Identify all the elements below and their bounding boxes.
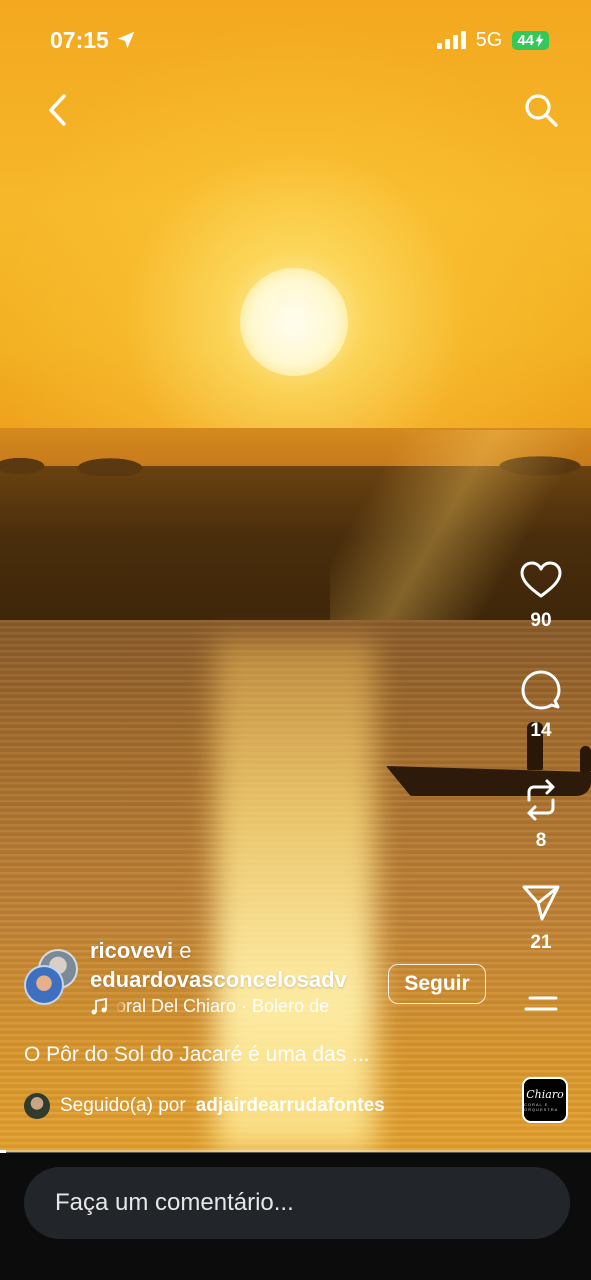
search-icon	[525, 94, 558, 127]
repost-button[interactable]	[517, 776, 565, 824]
post-caption[interactable]: O Pôr do Sol do Jacaré é uma das ...	[24, 1043, 494, 1067]
time-text: 07:15	[50, 26, 109, 53]
comment-bubble-icon	[521, 670, 561, 710]
music-title: oral Del Chiaro · Bolero de	[116, 996, 330, 1016]
music-row[interactable]: oral Del Chiaro · Bolero de	[90, 996, 366, 1017]
share-count: 21	[530, 932, 552, 953]
boat-person	[580, 746, 591, 772]
location-arrow-icon	[117, 31, 135, 49]
music-note-icon	[91, 997, 107, 1014]
post-info: ricovevi e eduardovasconcelosadv oral De…	[24, 936, 494, 1119]
like-action: 90	[517, 556, 565, 632]
collab-avatars[interactable]	[24, 948, 82, 1005]
followed-by-user[interactable]: adjairdearrudafontes	[196, 1095, 385, 1117]
battery-level: 44	[517, 31, 534, 49]
comment-action: 14	[517, 666, 565, 742]
comment-button[interactable]	[517, 666, 565, 714]
sun	[240, 268, 348, 376]
followed-by-row[interactable]: Seguido(a) por adjairdearrudafontes	[24, 1093, 494, 1119]
avatar	[24, 1093, 50, 1119]
author-block: ricovevi e eduardovasconcelosadv oral De…	[90, 936, 366, 1017]
audio-logo-text: Chiaro	[526, 1087, 564, 1101]
comment-count: 14	[530, 720, 552, 741]
audio-logo-subtext: CORAL E ORQUESTRA	[524, 1101, 559, 1112]
chevron-left-icon	[49, 94, 66, 126]
search-button[interactable]	[517, 86, 565, 134]
back-button[interactable]	[34, 86, 82, 134]
comment-placeholder: Faça um comentário...	[55, 1189, 294, 1216]
menu-lines-icon	[524, 996, 558, 1011]
signal-icon	[436, 31, 466, 49]
battery-icon: 44	[512, 30, 549, 50]
more-button[interactable]	[517, 980, 565, 1028]
comment-input[interactable]: Faça um comentário...	[24, 1167, 570, 1239]
heart-icon	[520, 561, 562, 598]
author-connector: e	[179, 938, 192, 963]
share-button[interactable]	[517, 878, 565, 926]
like-button[interactable]	[517, 556, 565, 604]
charging-bolt-icon	[535, 33, 544, 47]
comment-bar: Faça um comentário...	[0, 1153, 591, 1280]
share-action: 21	[517, 878, 565, 954]
author-name-1[interactable]: ricovevi	[90, 938, 173, 963]
repost-count: 8	[535, 830, 547, 851]
audio-thumbnail[interactable]: Chiaro CORAL E ORQUESTRA	[522, 1077, 568, 1123]
repost-action: 8	[517, 776, 565, 852]
follow-button[interactable]: Seguir	[388, 964, 486, 1004]
author-name-2[interactable]: eduardovasconcelosadv	[90, 967, 347, 992]
like-count: 90	[530, 610, 552, 631]
send-icon	[522, 885, 560, 921]
status-time: 07:15	[50, 27, 137, 54]
status-bar: 07:15 5G 44	[0, 0, 591, 80]
repost-icon	[527, 779, 555, 821]
more-action	[517, 980, 565, 1028]
network-label: 5G	[475, 28, 503, 51]
side-actions: 90 14 8 21	[511, 556, 571, 1028]
avatar	[24, 964, 64, 1005]
followed-by-prefix: Seguido(a) por	[60, 1095, 186, 1116]
status-right: 5G 44	[436, 28, 549, 52]
author-names[interactable]: ricovevi e eduardovasconcelosadv	[90, 936, 366, 994]
